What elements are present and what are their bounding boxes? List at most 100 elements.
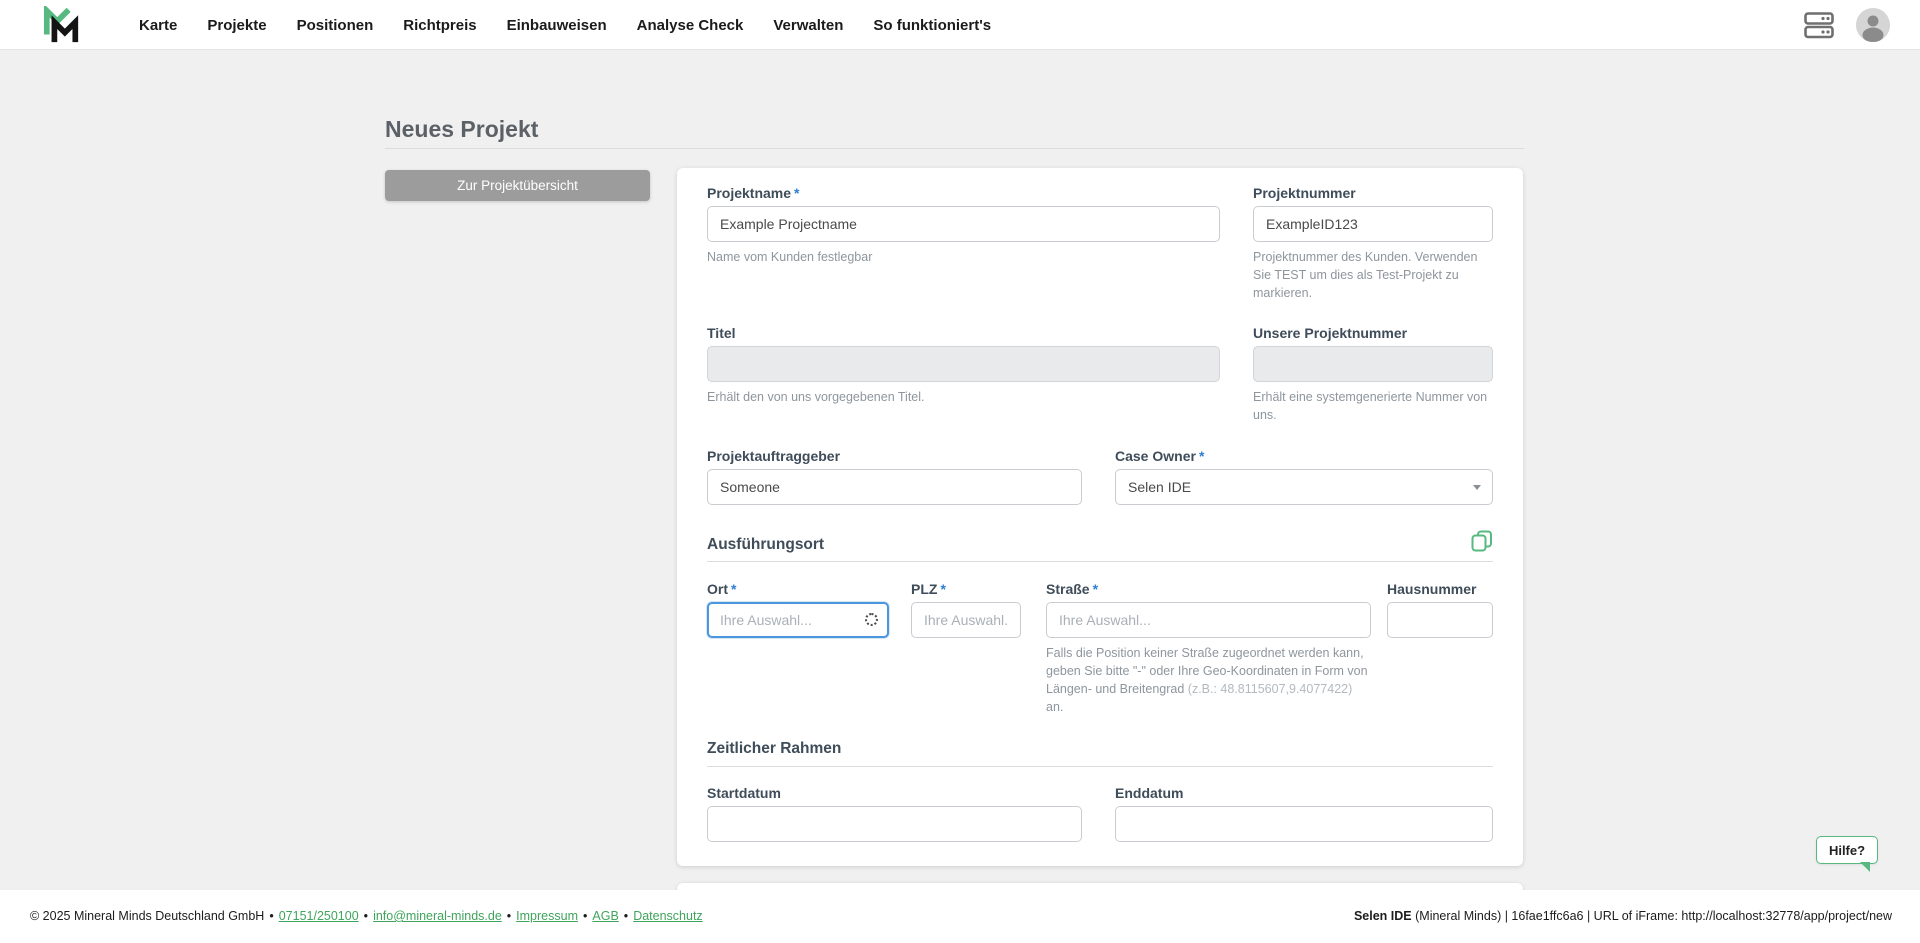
footer: © 2025 Mineral Minds Deutschland GmbH • 07…: [0, 890, 1920, 943]
footer-link-impressum[interactable]: Impressum: [516, 909, 578, 923]
footer-link-phone[interactable]: 07151/250100: [279, 909, 359, 923]
section-ausfuehrungsort-title: Ausführungsort: [707, 536, 824, 554]
field-projektnummer: Projektnummer Projektnummer des Kunden. …: [1253, 185, 1493, 302]
field-titel: Titel Erhält den von uns vorgegebenen Ti…: [707, 325, 1220, 406]
startdatum-label: Startdatum: [707, 785, 1082, 801]
projektnummer-input[interactable]: [1253, 206, 1493, 242]
page-title: Neues Projekt: [385, 116, 538, 143]
copy-icon-glyph: [1471, 530, 1493, 552]
strasse-input[interactable]: [1046, 602, 1371, 638]
strasse-helper-example: (z.B.: 48.8115607,9.4077422): [1188, 682, 1352, 696]
section-zeitlicher-rahmen-title: Zeitlicher Rahmen: [707, 740, 841, 758]
topbar-right: [1804, 0, 1890, 50]
field-projektauftraggeber: Projektauftraggeber: [707, 448, 1082, 505]
required-asterisk: *: [1093, 581, 1098, 597]
project-form-card: Projektname* Name vom Kunden festlegbar …: [677, 168, 1523, 866]
case-owner-label: Case Owner*: [1115, 448, 1493, 464]
ort-label-text: Ort: [707, 581, 728, 597]
titel-helper: Erhält den von uns vorgegebenen Titel.: [707, 388, 1220, 406]
unsere-projektnummer-label: Unsere Projektnummer: [1253, 325, 1493, 341]
server-icon-glyph: [1804, 12, 1834, 39]
help-button-label: Hilfe?: [1829, 843, 1865, 858]
unsere-projektnummer-helper: Erhält eine systemgenerierte Nummer von …: [1253, 388, 1493, 424]
projektname-label: Projektname*: [707, 185, 1220, 201]
help-bubble-tail: [1860, 862, 1870, 872]
hausnummer-label: Hausnummer: [1387, 581, 1493, 597]
strasse-helper-suffix: an.: [1046, 700, 1063, 714]
footer-copyright: © 2025 Mineral Minds Deutschland GmbH: [30, 909, 264, 923]
enddatum-input[interactable]: [1115, 806, 1493, 842]
project-overview-button[interactable]: Zur Projektübersicht: [385, 170, 650, 201]
nav-item-positionen[interactable]: Positionen: [297, 17, 374, 34]
footer-separator: •: [364, 909, 368, 923]
nav-item-karte[interactable]: Karte: [139, 17, 177, 34]
footer-separator: •: [624, 909, 628, 923]
startdatum-input[interactable]: [707, 806, 1082, 842]
plz-label-text: PLZ: [911, 581, 937, 597]
projektauftraggeber-label: Projektauftraggeber: [707, 448, 1082, 464]
required-asterisk: *: [940, 581, 945, 597]
nav-item-verwalten[interactable]: Verwalten: [773, 17, 843, 34]
field-ort: Ort*: [707, 581, 889, 638]
projektname-helper: Name vom Kunden festlegbar: [707, 248, 1220, 266]
plz-input[interactable]: [911, 602, 1021, 638]
section-divider: [707, 766, 1493, 767]
field-enddatum: Enddatum: [1115, 785, 1493, 842]
projektnummer-label: Projektnummer: [1253, 185, 1493, 201]
footer-separator: •: [269, 909, 273, 923]
field-unsere-projektnummer: Unsere Projektnummer Erhält eine systemg…: [1253, 325, 1493, 424]
chevron-down-icon: [1473, 485, 1481, 490]
logo-icon: [40, 6, 84, 44]
required-asterisk: *: [794, 185, 799, 201]
strasse-helper: Falls die Position keiner Straße zugeord…: [1046, 644, 1371, 717]
projektnummer-helper: Projektnummer des Kunden. Verwenden Sie …: [1253, 248, 1493, 302]
projektauftraggeber-input[interactable]: [707, 469, 1082, 505]
server-icon[interactable]: [1804, 12, 1834, 39]
field-startdatum: Startdatum: [707, 785, 1082, 842]
help-button[interactable]: Hilfe?: [1816, 836, 1878, 864]
case-owner-selected-value: Selen IDE: [1128, 479, 1191, 495]
titel-input: [707, 346, 1220, 382]
mineral-minds-logo[interactable]: [40, 6, 84, 44]
field-plz: PLZ*: [911, 581, 1021, 638]
footer-link-email[interactable]: info@mineral-minds.de: [373, 909, 502, 923]
footer-left: © 2025 Mineral Minds Deutschland GmbH • 07…: [30, 909, 703, 923]
field-projektname: Projektname* Name vom Kunden festlegbar: [707, 185, 1220, 266]
ort-input[interactable]: [707, 602, 889, 638]
user-avatar-glyph: [1856, 8, 1890, 42]
projektname-label-text: Projektname: [707, 185, 791, 201]
enddatum-label: Enddatum: [1115, 785, 1493, 801]
ort-label: Ort*: [707, 581, 889, 597]
copy-icon[interactable]: [1471, 530, 1493, 552]
field-hausnummer: Hausnummer: [1387, 581, 1493, 638]
footer-session-user: Selen IDE: [1354, 909, 1412, 923]
case-owner-select[interactable]: Selen IDE: [1115, 469, 1493, 505]
nav-item-einbauweisen[interactable]: Einbauweisen: [507, 17, 607, 34]
unsere-projektnummer-input: [1253, 346, 1493, 382]
strasse-label: Straße*: [1046, 581, 1371, 597]
user-avatar[interactable]: [1856, 8, 1890, 42]
loading-spinner-icon: [865, 613, 878, 626]
title-divider: [385, 148, 1524, 149]
nav-item-so-funktionierts[interactable]: So funktioniert's: [873, 17, 991, 34]
main-nav: Karte Projekte Positionen Richtpreis Ein…: [139, 0, 991, 50]
footer-link-agb[interactable]: AGB: [592, 909, 618, 923]
app-root: Karte Projekte Positionen Richtpreis Ein…: [0, 0, 1920, 943]
footer-session-details: (Mineral Minds) | 16fae1ffc6a6 | URL of …: [1412, 909, 1892, 923]
nav-item-analyse-check[interactable]: Analyse Check: [637, 17, 744, 34]
footer-link-datenschutz[interactable]: Datenschutz: [633, 909, 702, 923]
hausnummer-input[interactable]: [1387, 602, 1493, 638]
footer-session-info: Selen IDE (Mineral Minds) | 16fae1ffc6a6…: [1354, 909, 1892, 923]
nav-item-richtpreis[interactable]: Richtpreis: [403, 17, 476, 34]
plz-label: PLZ*: [911, 581, 1021, 597]
nav-item-projekte[interactable]: Projekte: [207, 17, 266, 34]
required-asterisk: *: [731, 581, 736, 597]
field-case-owner: Case Owner* Selen IDE: [1115, 448, 1493, 505]
projektname-input[interactable]: [707, 206, 1220, 242]
section-divider: [707, 561, 1493, 562]
case-owner-label-text: Case Owner: [1115, 448, 1196, 464]
required-asterisk: *: [1199, 448, 1204, 464]
footer-separator: •: [583, 909, 587, 923]
footer-separator: •: [507, 909, 511, 923]
strasse-label-text: Straße: [1046, 581, 1090, 597]
